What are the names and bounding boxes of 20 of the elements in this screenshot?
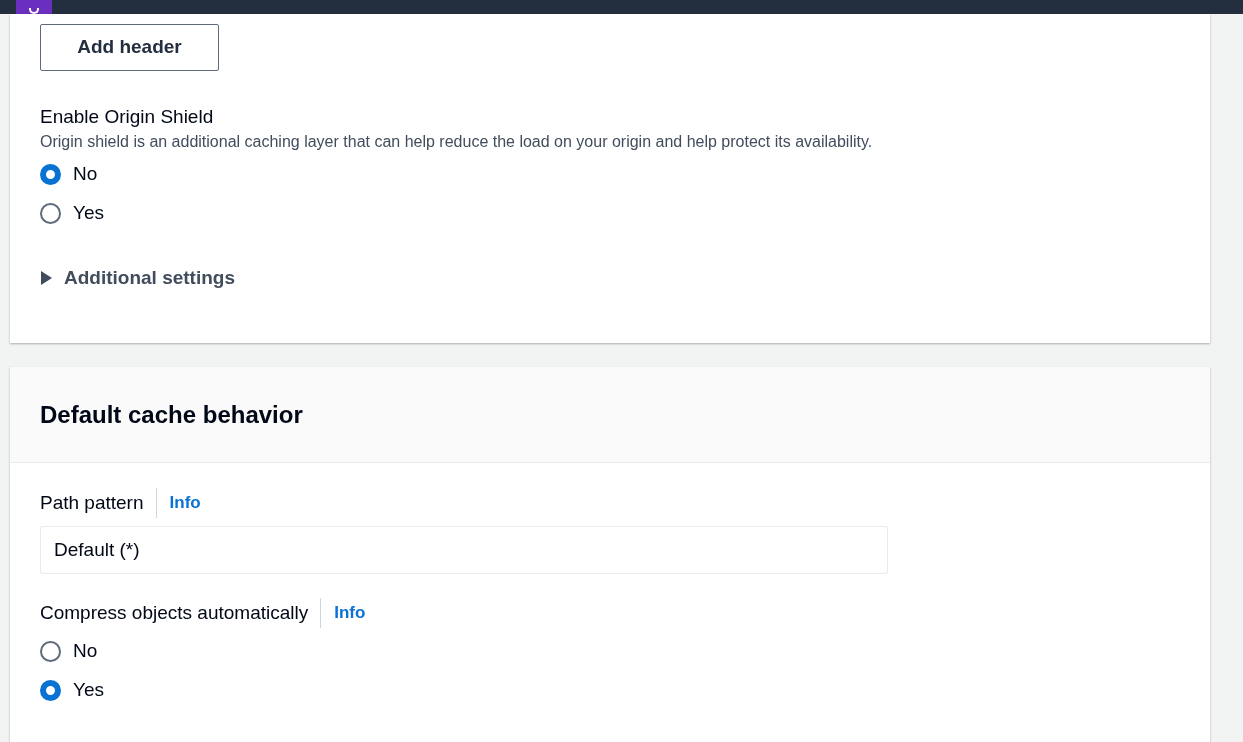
radio-label: Yes [73, 678, 104, 703]
radio-label: No [73, 162, 98, 187]
info-link[interactable]: Info [156, 490, 201, 516]
app-icon[interactable] [16, 0, 52, 14]
radio-button[interactable] [40, 203, 61, 224]
expand-toggle[interactable]: Additional settings [40, 264, 235, 293]
radio-label: Yes [73, 201, 104, 226]
info-link[interactable]: Info [321, 600, 366, 626]
field-label: Enable Origin Shield [40, 105, 215, 129]
radio-button[interactable] [40, 641, 61, 662]
card-title: Default cache behavior [40, 399, 303, 430]
radio-label: No [73, 639, 98, 664]
add-header-button[interactable]: Add header [40, 24, 219, 71]
caret-icon [40, 271, 52, 286]
radio-button[interactable] [40, 164, 61, 185]
input-field[interactable]: Default (*) [40, 526, 888, 574]
field-label: Compress objects automatically [40, 598, 322, 628]
radio-button[interactable] [40, 680, 61, 701]
field-label: Path pattern [40, 488, 157, 518]
field-description: Origin shield is an additional caching layer that can help reduce the load on your origin and help protect its availability. [40, 132, 874, 152]
